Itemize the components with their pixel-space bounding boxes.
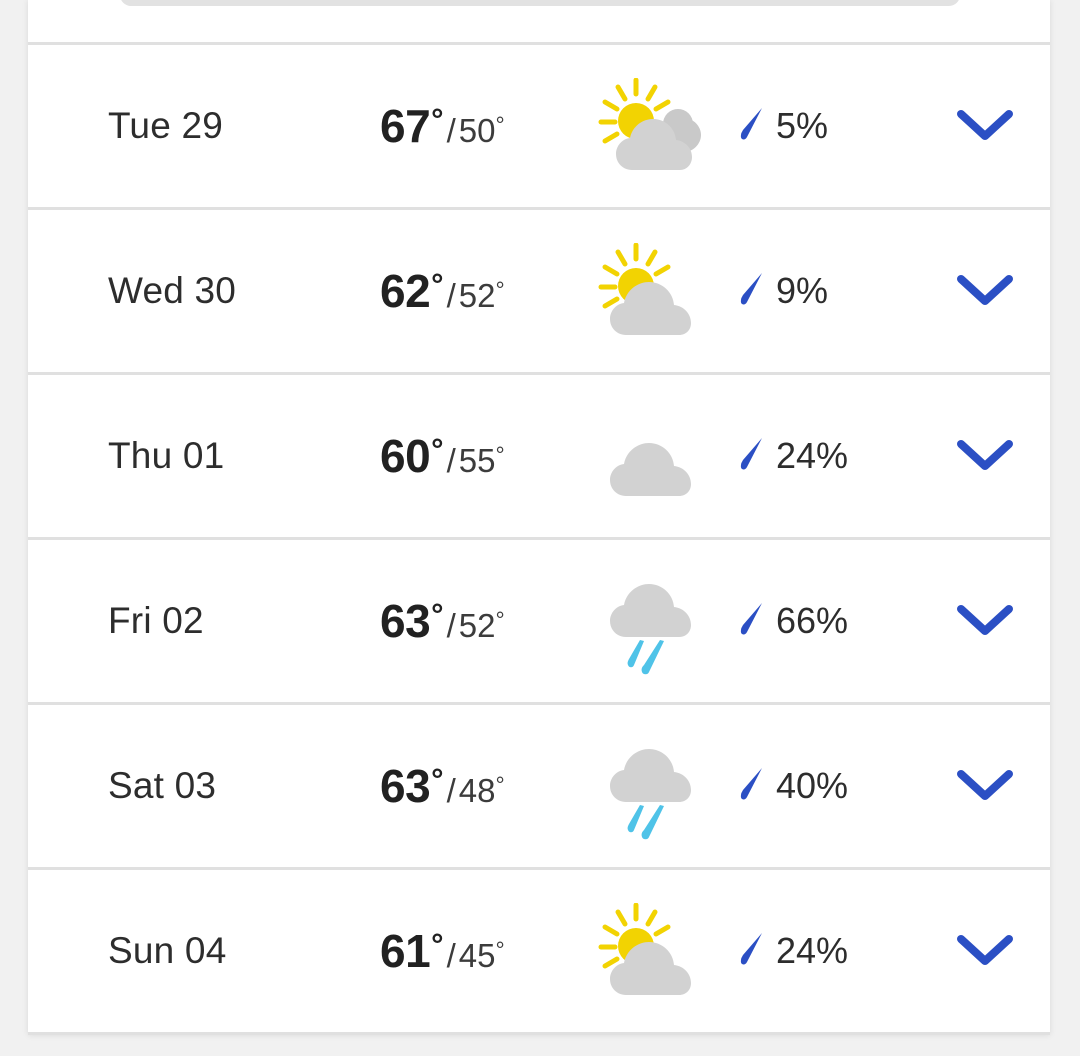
partly-cloudy-icon <box>598 903 691 995</box>
rain-icon <box>610 584 691 675</box>
expand-row-button[interactable] <box>950 934 1020 968</box>
temperature-low-degree-symbol: ° <box>495 772 505 798</box>
temperature-separator: / <box>446 112 456 149</box>
forecast-temperature-group: 60 °/55 ° <box>380 429 580 483</box>
forecast-row[interactable]: Sun 04 61 °/45 ° 24% <box>28 870 1050 1032</box>
temperature-low: 48 <box>458 772 496 809</box>
raindrop-icon <box>740 603 762 635</box>
temperature-low: 55 <box>458 442 496 479</box>
precipitation-group: 24% <box>740 434 848 478</box>
forecast-row[interactable]: Fri 02 63 °/52 ° 66% <box>28 540 1050 702</box>
row-divider <box>28 1032 1050 1035</box>
weather-condition-icon-cell <box>598 566 728 676</box>
temperature-low-degree-symbol: ° <box>495 277 505 303</box>
temperature-high-degree-symbol: ° <box>431 267 444 302</box>
temperature-separator: / <box>446 277 456 314</box>
raindrop-icon <box>740 768 762 800</box>
temperature-low-degree-symbol: ° <box>495 937 505 963</box>
chevron-down-icon[interactable] <box>956 604 1014 638</box>
temperature-high-degree-symbol: ° <box>431 432 444 467</box>
precipitation-group: 9% <box>740 269 828 313</box>
weather-condition-icon-cell <box>598 401 728 511</box>
weather-forecast-screen: Tue 29 67 °/50 ° 5% Wed 30 62 °/52 ° 9% … <box>0 0 1080 1056</box>
weather-condition-icon-cell <box>598 236 728 346</box>
forecast-day-label: Fri 02 <box>108 600 204 641</box>
daily-forecast-card: Tue 29 67 °/50 ° 5% Wed 30 62 °/52 ° 9% … <box>28 0 1050 1035</box>
temperature-high: 60 <box>380 430 431 482</box>
forecast-row[interactable]: Wed 30 62 °/52 ° 9% <box>28 210 1050 372</box>
precipitation-probability: 24% <box>776 435 849 476</box>
precipitation-probability: 5% <box>776 105 829 146</box>
forecast-row[interactable]: Thu 01 60 °/55 ° 24% <box>28 375 1050 537</box>
forecast-temperature-group: 63 °/48 ° <box>380 759 580 813</box>
temperature-high-degree-symbol: ° <box>431 762 444 797</box>
temperature-low-degree-symbol: ° <box>495 607 505 633</box>
weather-condition-icon-cell <box>598 896 728 1006</box>
partly-cloudy-icon <box>598 243 691 335</box>
forecast-day-label: Tue 29 <box>108 105 224 146</box>
forecast-day-label: Wed 30 <box>108 270 237 311</box>
temperature-high-degree-symbol: ° <box>431 102 444 137</box>
expand-row-button[interactable] <box>950 274 1020 308</box>
temperature-low: 52 <box>458 607 496 644</box>
temperature-high: 61 <box>380 925 431 977</box>
raindrop-icon <box>740 438 762 470</box>
temperature-low: 50 <box>458 112 496 149</box>
chevron-down-icon[interactable] <box>956 934 1014 968</box>
raindrop-icon <box>740 933 762 965</box>
temperature-separator: / <box>446 937 456 974</box>
forecast-day-label: Thu 01 <box>108 435 225 476</box>
chevron-down-icon[interactable] <box>956 274 1014 308</box>
chevron-down-icon[interactable] <box>956 439 1014 473</box>
temperature-low: 45 <box>458 937 496 974</box>
precipitation-group: 24% <box>740 929 848 973</box>
precipitation-probability: 40% <box>776 765 849 806</box>
cut-off-chip[interactable] <box>120 0 960 6</box>
temperature-separator: / <box>446 442 456 479</box>
weather-condition-icon-cell <box>598 71 728 181</box>
temperature-high-degree-symbol: ° <box>431 597 444 632</box>
precipitation-probability: 24% <box>776 930 849 971</box>
forecast-temperature-group: 62 °/52 ° <box>380 264 580 318</box>
forecast-day-label: Sun 04 <box>108 930 227 971</box>
expand-row-button[interactable] <box>950 109 1020 143</box>
temperature-low-degree-symbol: ° <box>495 112 505 138</box>
expand-row-button[interactable] <box>950 604 1020 638</box>
precipitation-group: 40% <box>740 764 848 808</box>
temperature-high: 62 <box>380 265 431 317</box>
precipitation-group: 66% <box>740 599 848 643</box>
expand-row-button[interactable] <box>950 769 1020 803</box>
expand-row-button[interactable] <box>950 439 1020 473</box>
precipitation-probability: 9% <box>776 270 829 311</box>
precipitation-group: 5% <box>740 104 828 148</box>
forecast-row[interactable]: Tue 29 67 °/50 ° 5% <box>28 45 1050 207</box>
forecast-temperature-group: 67 °/50 ° <box>380 99 580 153</box>
chevron-down-icon[interactable] <box>956 769 1014 803</box>
precipitation-probability: 66% <box>776 600 849 641</box>
temperature-high: 67 <box>380 100 431 152</box>
temperature-low-degree-symbol: ° <box>495 442 505 468</box>
temperature-low: 52 <box>458 277 496 314</box>
forecast-row[interactable]: Sat 03 63 °/48 ° 40% <box>28 705 1050 867</box>
forecast-row-list: Tue 29 67 °/50 ° 5% Wed 30 62 °/52 ° 9% … <box>28 45 1050 1035</box>
chevron-down-icon[interactable] <box>956 109 1014 143</box>
rain-icon <box>610 749 691 840</box>
temperature-high: 63 <box>380 595 431 647</box>
temperature-separator: / <box>446 607 456 644</box>
temperature-high-degree-symbol: ° <box>431 927 444 962</box>
forecast-temperature-group: 61 °/45 ° <box>380 924 580 978</box>
partly-cloudy-scattered-icon <box>598 78 701 170</box>
raindrop-icon <box>740 108 762 140</box>
weather-condition-icon-cell <box>598 731 728 841</box>
forecast-temperature-group: 63 °/52 ° <box>380 594 580 648</box>
cloudy-icon <box>610 443 691 496</box>
temperature-separator: / <box>446 772 456 809</box>
forecast-day-label: Sat 03 <box>108 765 217 806</box>
raindrop-icon <box>740 273 762 305</box>
temperature-high: 63 <box>380 760 431 812</box>
cut-off-forecast-row[interactable] <box>28 0 1050 42</box>
